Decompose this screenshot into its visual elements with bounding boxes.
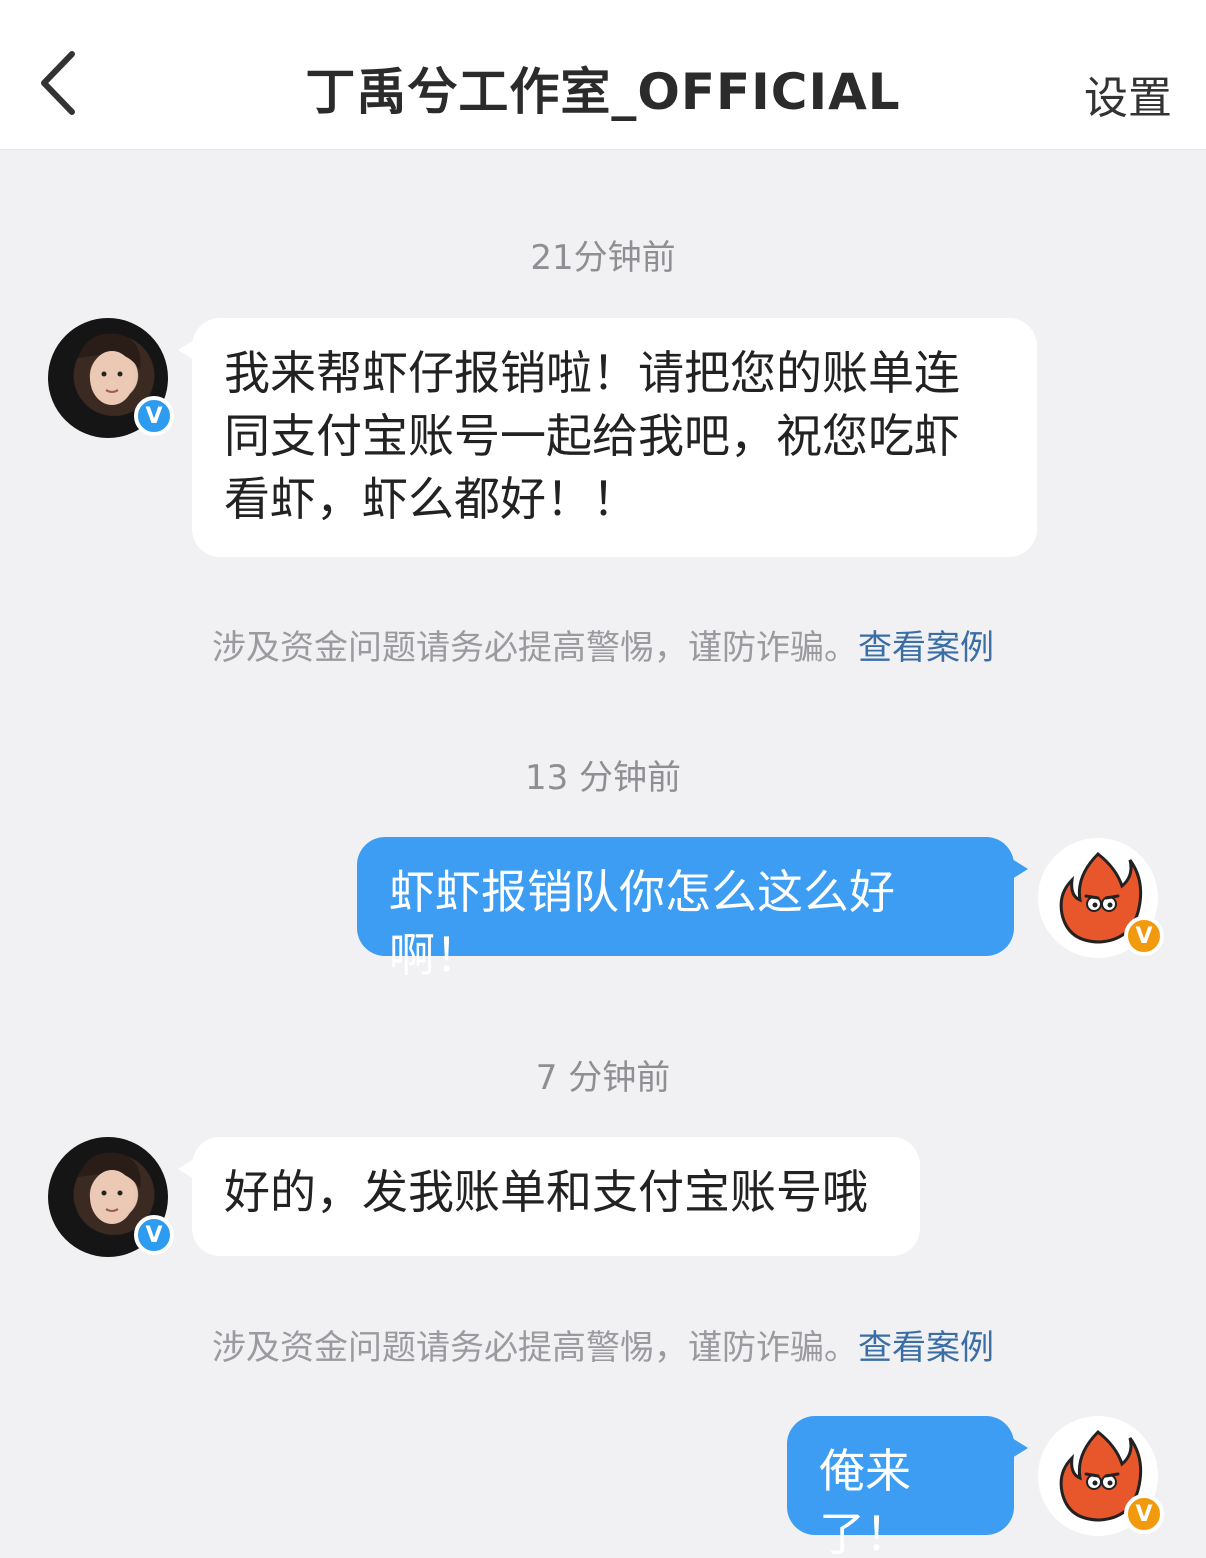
- verified-badge-icon: V: [134, 396, 174, 436]
- timestamp: 7 分钟前: [535, 1058, 671, 1098]
- self-avatar[interactable]: V: [1038, 838, 1164, 958]
- view-cases-link[interactable]: 查看案例: [858, 628, 994, 668]
- message-bubble-received[interactable]: 好的，发我账单和支付宝账号哦: [178, 1137, 920, 1256]
- chevron-left-icon: [41, 51, 75, 115]
- top-bar: 丁禹兮工作室_OFFICIAL 设置: [0, 0, 1206, 150]
- fraud-warning: 涉及资金问题请务必提高警惕，谨防诈骗。查看案例: [0, 1320, 1206, 1369]
- back-button[interactable]: [28, 48, 88, 118]
- fraud-warning-text: 涉及资金问题请务必提高警惕，谨防诈骗。: [212, 628, 858, 668]
- peer-avatar[interactable]: V: [48, 1137, 174, 1257]
- view-cases-link[interactable]: 查看案例: [858, 1328, 994, 1368]
- self-avatar[interactable]: V: [1038, 1416, 1164, 1536]
- fraud-warning: 涉及资金问题请务必提高警惕，谨防诈骗。查看案例: [0, 620, 1206, 669]
- verified-badge-icon: V: [1124, 1494, 1164, 1534]
- message-bubble-sent[interactable]: 虾虾报销队你怎么这么好啊！: [357, 837, 1028, 982]
- page-title: 丁禹兮工作室_OFFICIAL: [305, 63, 901, 121]
- verified-badge-icon: V: [1124, 916, 1164, 956]
- timestamp: 21分钟前: [530, 238, 676, 278]
- timestamp: 13 分钟前: [524, 758, 682, 798]
- verified-badge-icon: V: [134, 1215, 174, 1255]
- message-bubble-sent[interactable]: 俺来了！: [787, 1416, 1028, 1558]
- message-bubble-received[interactable]: 我来帮虾仔报销啦！请把您的账单连同支付宝账号一起给我吧，祝您吃虾看虾，虾么都好！…: [178, 318, 1037, 557]
- fraud-warning-text: 涉及资金问题请务必提高警惕，谨防诈骗。: [212, 1328, 858, 1368]
- peer-avatar[interactable]: V: [48, 318, 174, 438]
- settings-button[interactable]: 设置: [1084, 62, 1172, 126]
